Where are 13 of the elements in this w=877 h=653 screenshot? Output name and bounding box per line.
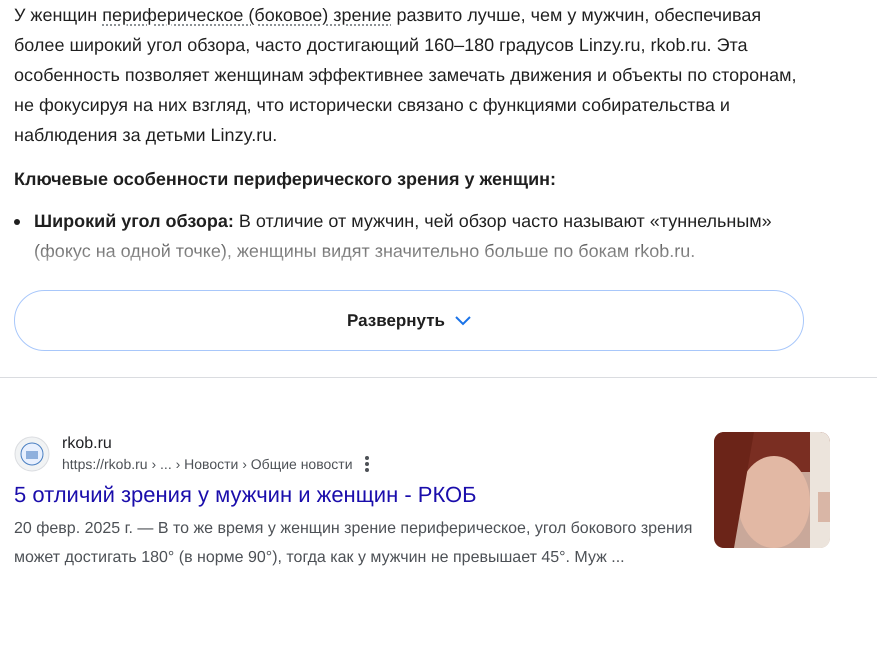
term-link[interactable]: периферическое (боковое) зрение xyxy=(102,5,392,25)
site-name: rkob.ru xyxy=(62,434,113,454)
bullet-icon xyxy=(14,219,20,225)
result-url: https://rkob.ru › ... › Новости › Общие новости xyxy=(62,455,353,474)
more-options-icon[interactable] xyxy=(364,456,369,472)
result-title-link[interactable]: 5 отличий зрения у мужчин и женщин - РКОБ xyxy=(14,480,704,510)
expand-button[interactable]: Развернуть xyxy=(14,290,804,351)
chevron-down-icon xyxy=(455,316,471,326)
result-snippet: 20 февр. 2025 г. — В то же время у женщин зрение периферическое, угол бокового зрения может достигать 180° (в норме 90°), тогда как у мужчин не превышает 45°. Муж ... xyxy=(14,519,694,568)
section-heading: Ключевые особенности периферического зрения у женщин: xyxy=(14,168,558,191)
bullet-text: Широкий угол обзора: В отличие от мужчин, чей обзор часто называют «туннельным» (фокус на одной точке), женщины видят значительно больше по бокам rkob.ru. xyxy=(34,210,773,263)
site-logo-icon xyxy=(14,436,50,472)
answer-paragraph: У женщин периферическое (боковое) зрение развито лучше, чем у мужчин, обеспечивая более широкий угол обзора, часто достигающий 160–180 градусов Linzy.ru, rkob.ru. Эта особенность позволяет женщинам эффективнее замечать движения и объекты по сторонам, не фокусируя на них взгляд, что исторически связано с функциями собирательства и наблюдения за детьми Linzy.ru. xyxy=(14,4,798,147)
